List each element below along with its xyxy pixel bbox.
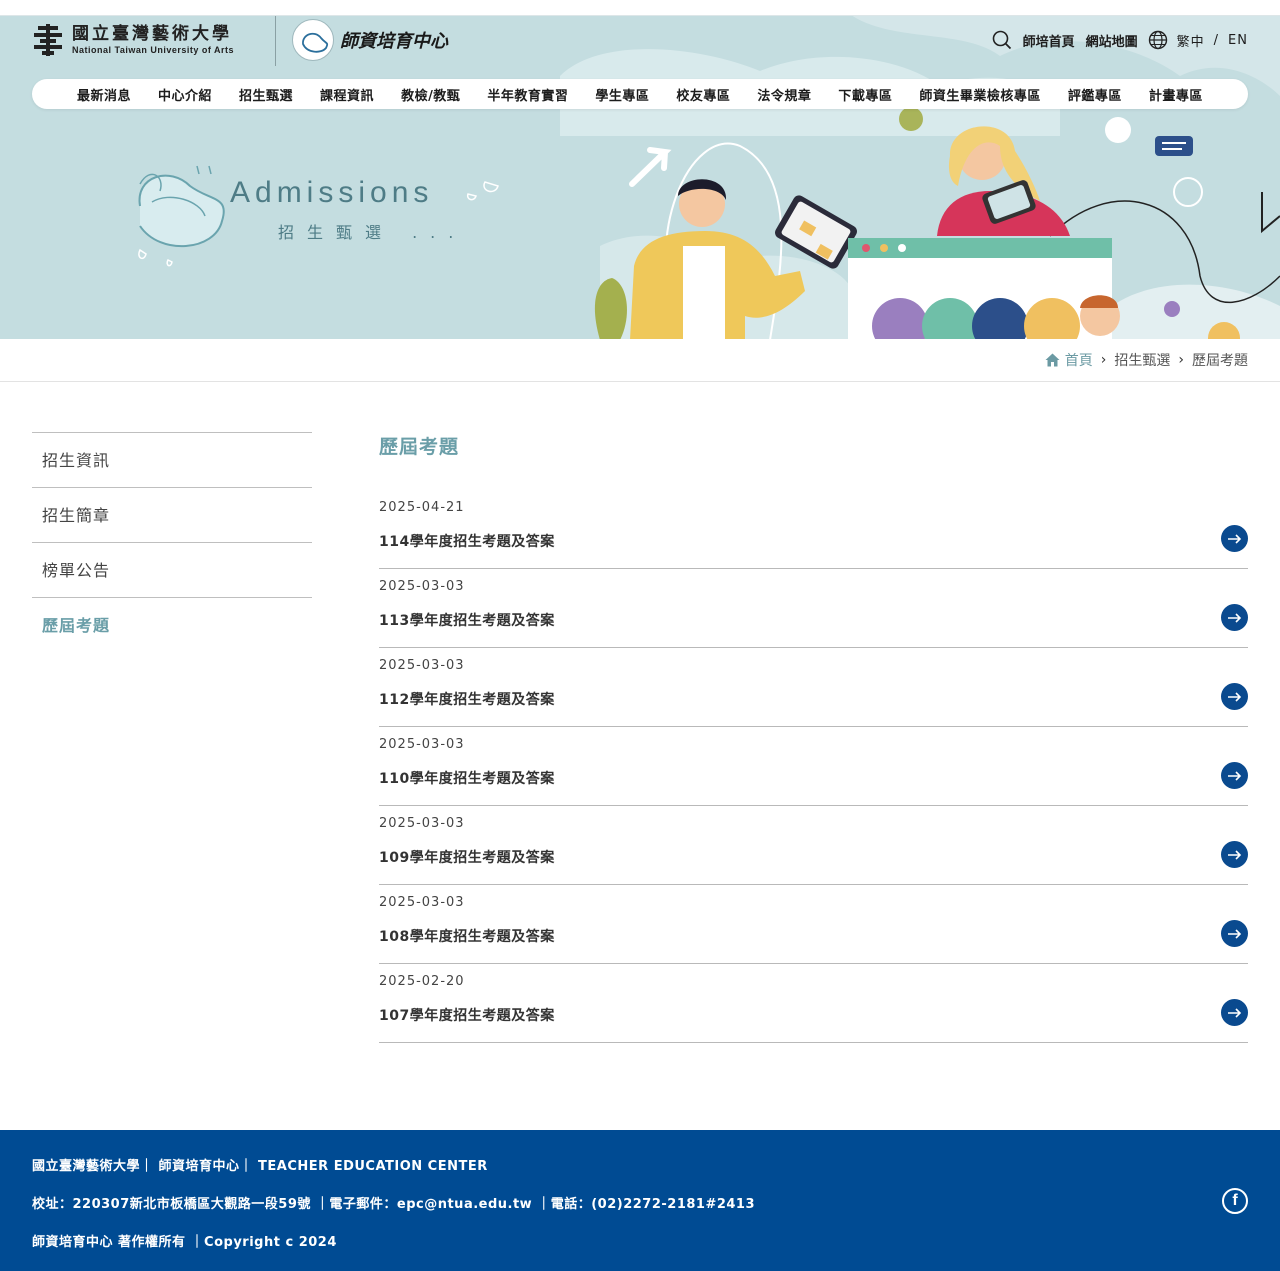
lang-zh-link[interactable]: 繁中 [1177, 31, 1205, 50]
sidebar: 招生資訊 招生簡章 榜單公告 歷屆考題 [32, 432, 312, 652]
item-date: 2025-02-20 [379, 974, 465, 989]
nav-item-regulations[interactable]: 法令規章 [757, 85, 811, 104]
item-date: 2025-03-03 [379, 895, 465, 910]
nav-item-exams[interactable]: 教檢/教甄 [401, 85, 460, 104]
logo-divider [275, 16, 276, 66]
ntua-logo[interactable]: 國立臺灣藝術大學 National Taiwan University of A… [32, 24, 234, 56]
breadcrumb-divider [0, 381, 1280, 382]
item-date: 2025-03-03 [379, 737, 465, 752]
hero-banner: 國立臺灣藝術大學 National Taiwan University of A… [0, 15, 1280, 339]
teacher-center-home-link[interactable]: 師培首頁 [1023, 31, 1075, 50]
ntua-emblem-icon [34, 24, 62, 56]
search-icon[interactable] [992, 30, 1012, 50]
nav-item-projects[interactable]: 計畫專區 [1149, 85, 1203, 104]
sitemap-link[interactable]: 網站地圖 [1086, 31, 1138, 50]
item-title[interactable]: 110學年度招生考題及答案 [379, 768, 555, 788]
breadcrumb-home-label: 首頁 [1064, 353, 1093, 369]
footer-copyright: 師資培育中心 著作權所有 ｜Copyright c 2024 [32, 1235, 337, 1250]
item-date: 2025-04-21 [379, 500, 465, 515]
center-logo[interactable]: 師資培育中心 [292, 19, 448, 61]
main-nav: 最新消息 中心介紹 招生甄選 課程資訊 教檢/教甄 半年教育實習 學生專區 校友… [32, 79, 1248, 109]
nav-item-alumni[interactable]: 校友專區 [676, 85, 730, 104]
arrow-right-icon[interactable] [1221, 920, 1248, 947]
arrow-right-icon[interactable] [1221, 999, 1248, 1026]
main-content: 歷屆考題 2025-04-21 114學年度招生考題及答案 2025-03-03… [379, 432, 1248, 1043]
breadcrumb: 首頁 › 招生甄選 › 歷屆考題 [1045, 350, 1248, 370]
list-item[interactable]: 2025-04-21 114學年度招生考題及答案 [379, 490, 1248, 569]
item-date: 2025-03-03 [379, 658, 465, 673]
list-item[interactable]: 2025-03-03 113學年度招生考題及答案 [379, 569, 1248, 648]
sidebar-item-brochure[interactable]: 招生簡章 [32, 487, 312, 542]
arrow-right-icon[interactable] [1221, 841, 1248, 868]
arrow-right-icon[interactable] [1221, 604, 1248, 631]
nav-item-evaluation[interactable]: 評鑑專區 [1068, 85, 1122, 104]
chevron-right-icon: › [1178, 352, 1184, 368]
center-name: 師資培育中心 [340, 31, 448, 52]
nav-item-news[interactable]: 最新消息 [77, 85, 131, 104]
lang-separator: / [1213, 32, 1220, 48]
nav-item-courses[interactable]: 課程資訊 [320, 85, 374, 104]
globe-icon[interactable] [1148, 30, 1168, 50]
ntua-name-zh: 國立臺灣藝術大學 [72, 24, 232, 44]
nav-item-downloads[interactable]: 下載專區 [838, 85, 892, 104]
sidebar-item-past-exams[interactable]: 歷屆考題 [32, 597, 312, 652]
list-item[interactable]: 2025-03-03 110學年度招生考題及答案 [379, 727, 1248, 806]
item-title[interactable]: 109學年度招生考題及答案 [379, 847, 555, 867]
ntua-name-en: National Taiwan University of Arts [72, 45, 235, 55]
item-title[interactable]: 107學年度招生考題及答案 [379, 1005, 555, 1025]
breadcrumb-home[interactable]: 首頁 [1045, 350, 1093, 370]
footer: 國立臺灣藝術大學｜ 師資培育中心｜ TEACHER EDUCATION CENT… [0, 1130, 1280, 1271]
item-date: 2025-03-03 [379, 579, 465, 594]
nav-item-graduation-check[interactable]: 師資生畢業檢核專區 [919, 85, 1041, 104]
list-item[interactable]: 2025-03-03 112學年度招生考題及答案 [379, 648, 1248, 727]
arrow-right-icon[interactable] [1221, 683, 1248, 710]
list-item[interactable]: 2025-03-03 108學年度招生考題及答案 [379, 885, 1248, 964]
item-title[interactable]: 112學年度招生考題及答案 [379, 689, 555, 709]
item-date: 2025-03-03 [379, 816, 465, 831]
banner-illustration [138, 16, 1280, 339]
banner-title: Admissions [230, 176, 434, 209]
arrow-right-icon[interactable] [1221, 525, 1248, 552]
footer-contact: 校址：220307新北市板橋區大觀路一段59號 ｜電子郵件：epc@ntua.e… [32, 1197, 756, 1212]
chevron-right-icon: › [1100, 352, 1107, 368]
sidebar-item-admission-info[interactable]: 招生資訊 [32, 432, 312, 487]
arrow-right-icon[interactable] [1221, 762, 1248, 789]
nav-item-internship[interactable]: 半年教育實習 [487, 85, 568, 104]
list-item[interactable]: 2025-03-03 109學年度招生考題及答案 [379, 806, 1248, 885]
home-icon [1045, 353, 1060, 367]
lang-en-link[interactable]: EN [1228, 33, 1248, 48]
nav-item-students[interactable]: 學生專區 [595, 85, 649, 104]
footer-org: 國立臺灣藝術大學｜ 師資培育中心｜ TEACHER EDUCATION CENT… [32, 1159, 488, 1174]
item-title[interactable]: 114學年度招生考題及答案 [379, 531, 555, 551]
facebook-icon[interactable]: f [1222, 1188, 1248, 1214]
breadcrumb-admissions[interactable]: 招生甄選 [1114, 350, 1170, 370]
whale-icon [292, 19, 334, 61]
sidebar-item-results[interactable]: 榜單公告 [32, 542, 312, 597]
nav-item-admissions[interactable]: 招生甄選 [239, 85, 293, 104]
utility-links: 師培首頁 網站地圖 繁中 / EN [992, 30, 1248, 50]
breadcrumb-current: 歷屆考題 [1192, 353, 1248, 369]
banner-subtitle: 招生甄選 ... [278, 223, 467, 242]
item-title[interactable]: 108學年度招生考題及答案 [379, 926, 555, 946]
item-title[interactable]: 113學年度招生考題及答案 [379, 610, 555, 630]
nav-item-about[interactable]: 中心介紹 [158, 85, 212, 104]
list-item[interactable]: 2025-02-20 107學年度招生考題及答案 [379, 964, 1248, 1043]
page-title: 歷屆考題 [379, 436, 460, 458]
